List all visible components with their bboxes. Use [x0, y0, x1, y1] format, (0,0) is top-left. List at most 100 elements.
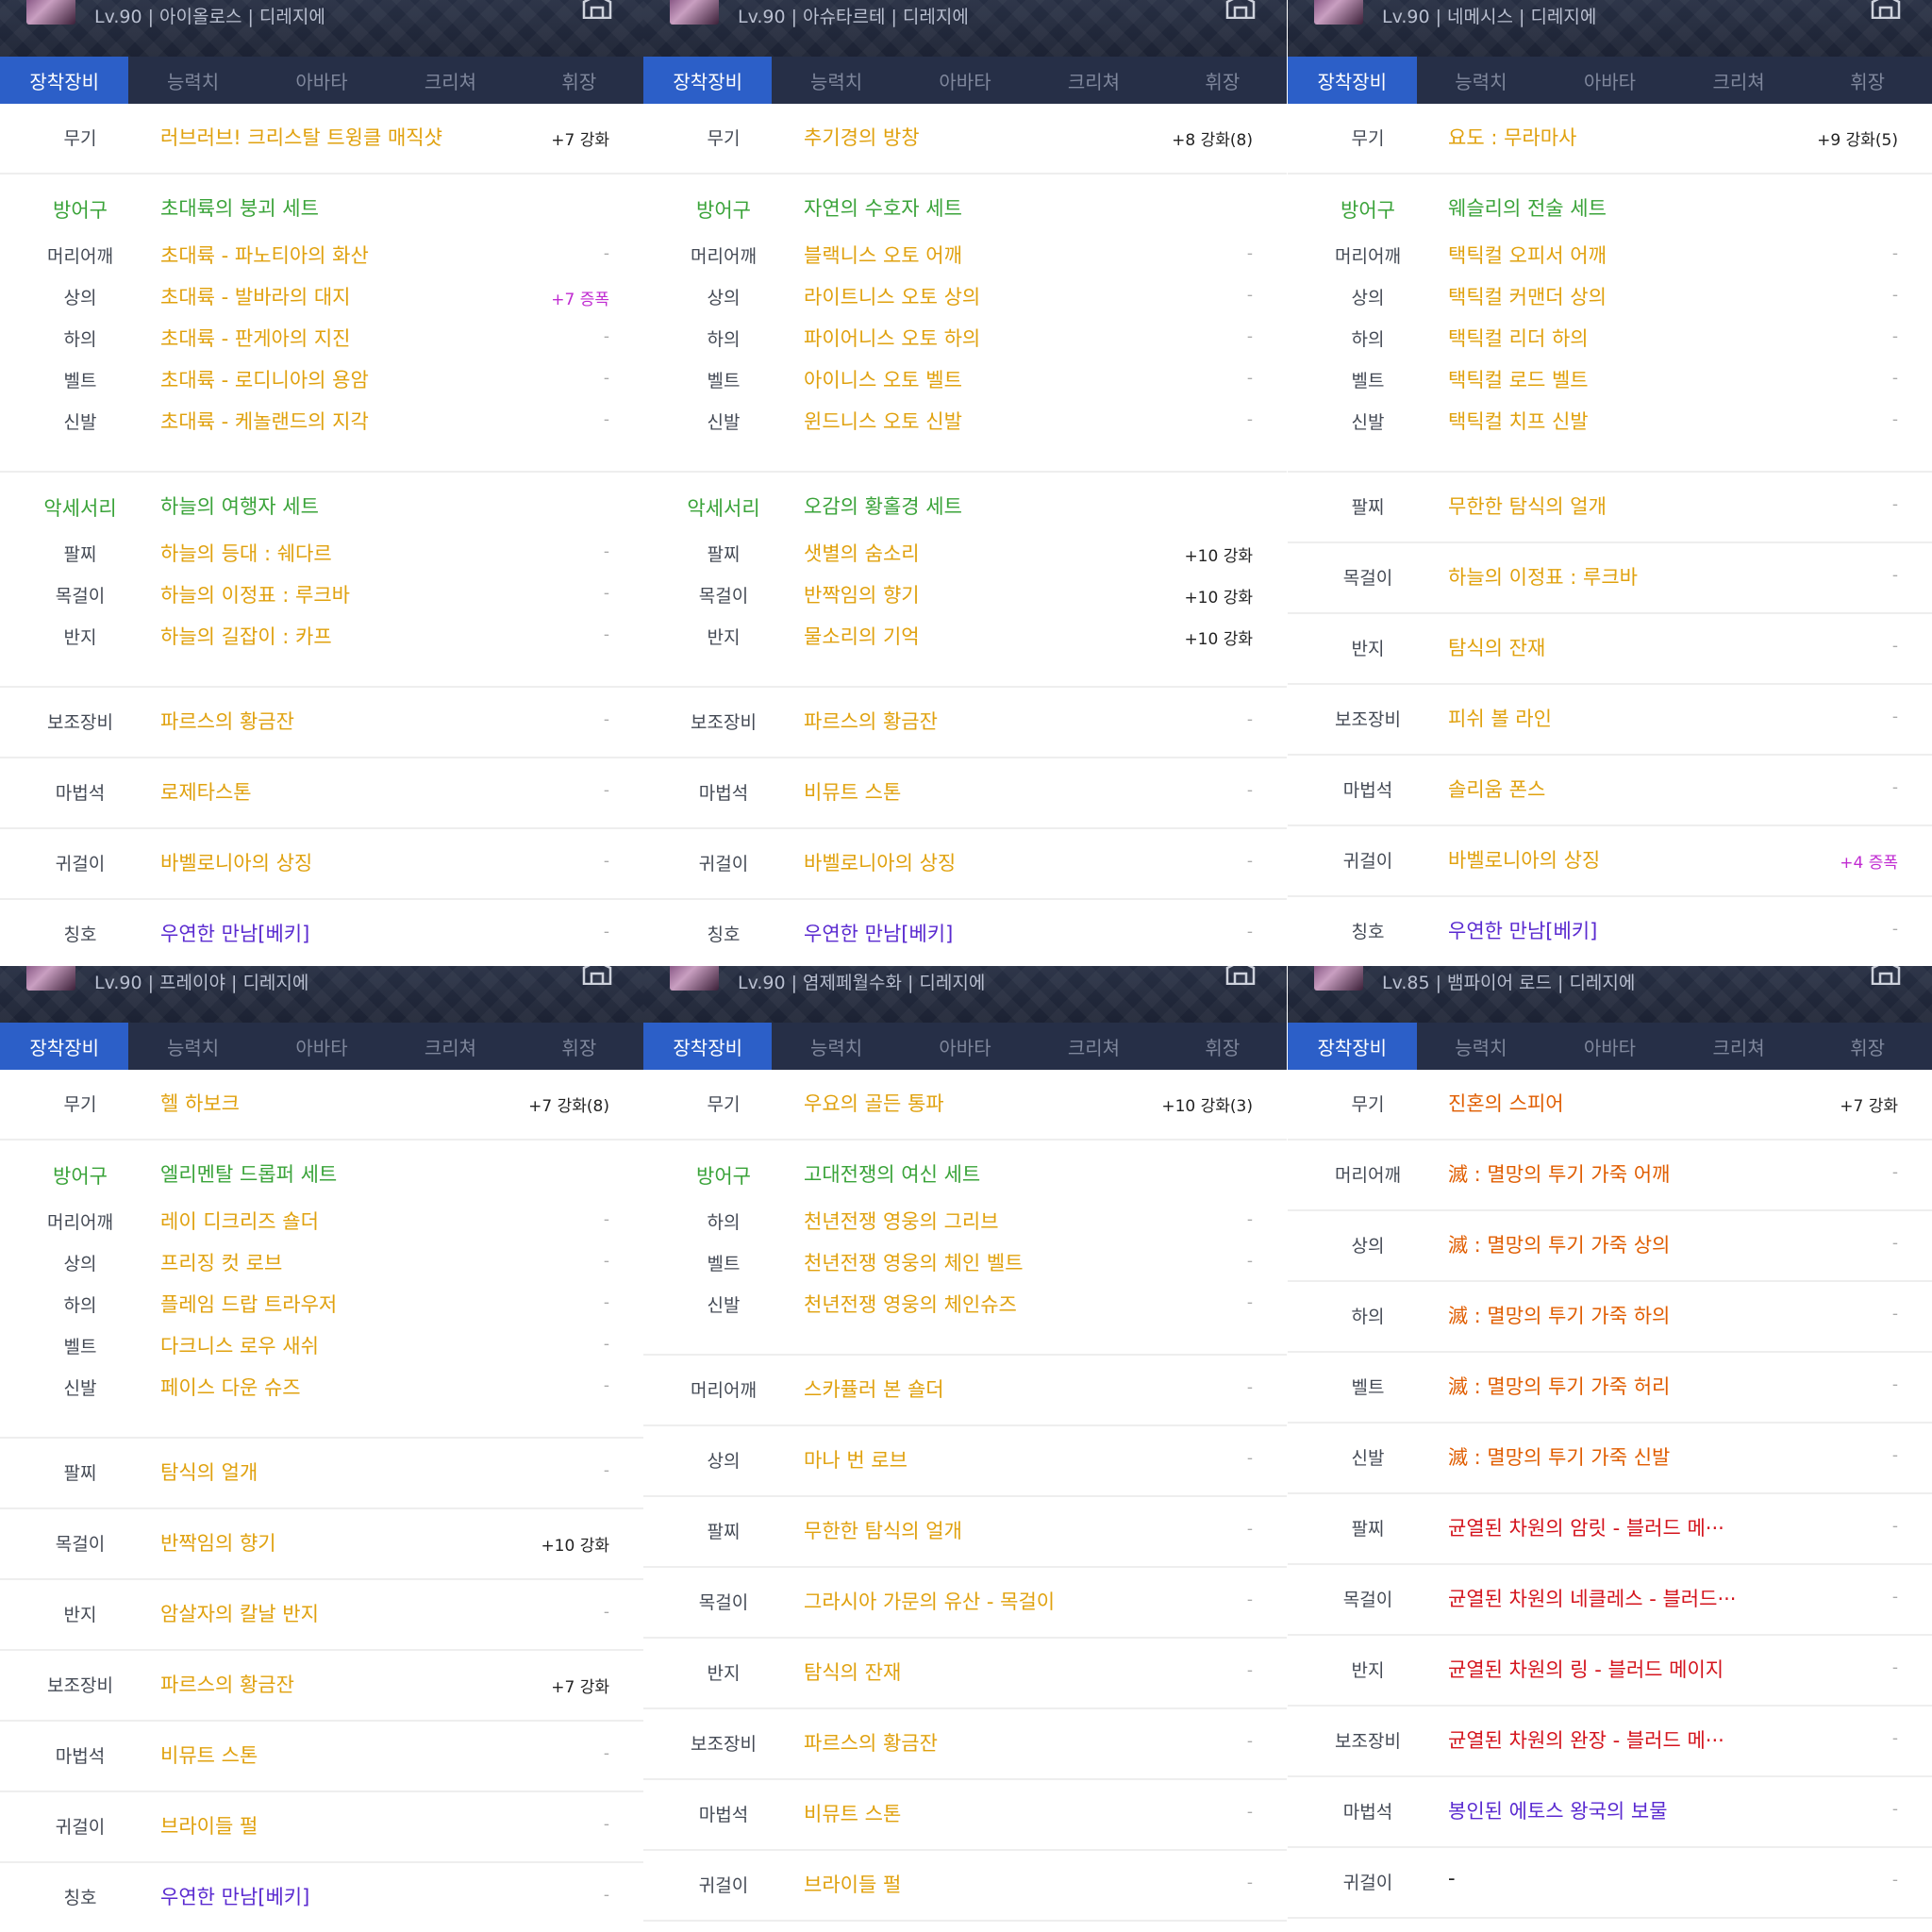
equipment-row[interactable]: 귀걸이 브라이들 펄 -	[643, 1851, 1287, 1922]
item-name[interactable]: 천년전쟁 영웅의 체인 벨트	[804, 1248, 1024, 1276]
equipment-row[interactable]: 무기 러브러브! 크리스탈 트윙클 매직샷 +7 강화	[0, 104, 643, 175]
tab-avatar[interactable]: 아바타	[1545, 1023, 1674, 1070]
equipment-row[interactable]: 칭호 우연한 만남[베키] -	[0, 900, 643, 966]
set-name[interactable]: 엘리멘탈 드롭퍼 세트	[160, 1159, 337, 1188]
item-name[interactable]: 택틱컬 치프 신발	[1448, 407, 1589, 435]
tab-stats[interactable]: 능력치	[772, 57, 900, 104]
tab-creature[interactable]: 크리쳐	[1674, 1023, 1804, 1070]
equipment-row[interactable]: 목걸이 그라시아 가문의 유산 - 목걸이 -	[643, 1568, 1287, 1639]
equipment-row[interactable]: 하의 초대륙 - 판게아의 지진 -	[0, 318, 643, 359]
item-name[interactable]: 택틱컬 리더 하의	[1448, 324, 1589, 352]
equipment-row[interactable]: 벨트 초대륙 - 로디니아의 용암 -	[0, 359, 643, 401]
item-name[interactable]: 하늘의 길잡이 : 카프	[160, 622, 332, 650]
item-name[interactable]: 브라이들 펄	[160, 1811, 258, 1840]
avatar[interactable]	[26, 0, 75, 25]
item-name[interactable]: 다크니스 로우 새쉬	[160, 1331, 319, 1359]
tab-creature[interactable]: 크리쳐	[1029, 1023, 1158, 1070]
item-name[interactable]: 봉인된 에토스 왕국의 보물	[1448, 1796, 1668, 1824]
equipment-row[interactable]: 하의 플레임 드랍 트라우저 -	[0, 1284, 643, 1325]
equipment-row[interactable]: 칭호 우연한 만남[베키] -	[1288, 897, 1932, 966]
equipment-row[interactable]: 무기 추기경의 방창 +8 강화(8)	[643, 104, 1287, 175]
equipment-row[interactable]: 마법석 비뮤트 스톤 -	[643, 758, 1287, 829]
equipment-row[interactable]: 신발 택틱컬 치프 신발 -	[1288, 401, 1932, 473]
tab-creature[interactable]: 크리쳐	[386, 1023, 514, 1070]
item-name[interactable]: 그라시아 가문의 유산 - 목걸이	[804, 1587, 1055, 1615]
item-name[interactable]: 초대륙 - 판게아의 지진	[160, 324, 350, 352]
tab-creature[interactable]: 크리쳐	[1029, 57, 1158, 104]
equipment-row[interactable]: 목걸이 반짝임의 향기 +10 강화	[0, 1509, 643, 1580]
tab-stats[interactable]: 능력치	[1417, 1023, 1546, 1070]
equipment-row[interactable]: 팔찌 무한한 탐식의 얼개 -	[1288, 473, 1932, 543]
item-name[interactable]: 초대륙 - 발바라의 대지	[160, 282, 350, 310]
tab-stats[interactable]: 능력치	[128, 57, 257, 104]
item-name[interactable]: 균열된 차원의 네클레스 - 블러드···	[1448, 1584, 1736, 1612]
equipment-row[interactable]: 악세서리 오감의 황홀경 세트	[643, 473, 1287, 533]
item-name[interactable]: 아이니스 오토 벨트	[804, 365, 962, 393]
tab-avatar[interactable]: 아바타	[258, 1023, 386, 1070]
item-name[interactable]: 러브러브! 크리스탈 트윙클 매직샷	[160, 123, 442, 151]
set-name[interactable]: 웨슬리의 전술 세트	[1448, 193, 1607, 222]
item-name[interactable]: 초대륙 - 로디니아의 용암	[160, 365, 369, 393]
tab-emblem[interactable]: 휘장	[1803, 1023, 1932, 1070]
equipment-row[interactable]: 보조장비 파르스의 황금잔 +7 강화	[0, 1651, 643, 1722]
equipment-row[interactable]: 무기 진혼의 스피어 +7 강화	[1288, 1070, 1932, 1141]
avatar[interactable]	[1314, 966, 1363, 991]
set-name[interactable]: 자연의 수호자 세트	[804, 193, 962, 222]
item-name[interactable]: 균열된 차원의 완장 - 블러드 메···	[1448, 1725, 1724, 1754]
avatar[interactable]	[670, 0, 719, 25]
item-name[interactable]: 하늘의 이정표 : 루크바	[160, 580, 350, 608]
equipment-row[interactable]: 팔찌 샛별의 숨소리 +10 강화	[643, 533, 1287, 575]
item-name[interactable]: 천년전쟁 영웅의 그리브	[804, 1207, 999, 1235]
equipment-row[interactable]: 반지 암살자의 칼날 반지 -	[0, 1580, 643, 1651]
equipment-row[interactable]: 마법석 봉인된 에토스 왕국의 보물 -	[1288, 1777, 1932, 1848]
item-name[interactable]: 페이스 다운 슈즈	[160, 1373, 301, 1401]
tab-equipment[interactable]: 장착장비	[0, 1023, 129, 1070]
item-name[interactable]: 균열된 차원의 암릿 - 블러드 메···	[1448, 1513, 1724, 1541]
equipment-row[interactable]: 신발 윈드니스 오토 신발 -	[643, 401, 1287, 473]
avatar[interactable]	[1314, 0, 1363, 25]
item-name[interactable]: 하늘의 등대 : 쉐다르	[160, 539, 332, 567]
set-name[interactable]: 고대전쟁의 여신 세트	[804, 1159, 980, 1188]
tab-emblem[interactable]: 휘장	[1803, 57, 1932, 104]
item-name[interactable]: 택틱컬 로드 벨트	[1448, 365, 1589, 393]
item-name[interactable]: 무한한 탐식의 얼개	[1448, 491, 1607, 520]
item-name[interactable]: 초대륙 - 파노티아의 화산	[160, 241, 369, 269]
equipment-row[interactable]: 머리어깨 블랙니스 오토 어깨 -	[643, 235, 1287, 276]
equipment-row[interactable]: 신발 초대륙 - 케놀랜드의 지각 -	[0, 401, 643, 473]
equipment-row[interactable]: 머리어깨 초대륙 - 파노티아의 화산 -	[0, 235, 643, 276]
item-name[interactable]: 로제타스톤	[160, 777, 252, 806]
equipment-row[interactable]: 보조장비 피쉬 볼 라인 -	[1288, 685, 1932, 756]
tab-avatar[interactable]: 아바타	[901, 1023, 1029, 1070]
equipment-row[interactable]: 상의 滅 : 멸망의 투기 가죽 상의 -	[1288, 1211, 1932, 1282]
equipment-row[interactable]: 팔찌 균열된 차원의 암릿 - 블러드 메··· -	[1288, 1494, 1932, 1565]
item-name[interactable]: 반짝임의 향기	[160, 1528, 276, 1557]
equipment-row[interactable]: 보조장비 균열된 차원의 완장 - 블러드 메··· -	[1288, 1707, 1932, 1777]
item-name[interactable]: 브라이들 펄	[804, 1870, 901, 1898]
equipment-row[interactable]: 반지 물소리의 기억 +10 강화	[643, 616, 1287, 688]
equipment-row[interactable]: 상의 초대륙 - 발바라의 대지 +7 증폭	[0, 276, 643, 318]
item-name[interactable]: 라이트니스 오토 상의	[804, 282, 980, 310]
item-name[interactable]: 탐식의 잔재	[1448, 633, 1545, 661]
item-name[interactable]: 택틱컬 커맨더 상의	[1448, 282, 1607, 310]
equipment-row[interactable]: 칭호 우연한 만남[베키] -	[643, 900, 1287, 966]
item-name[interactable]: 우연한 만남[베키]	[1448, 916, 1597, 944]
tab-emblem[interactable]: 휘장	[1158, 57, 1287, 104]
item-name[interactable]: 바벨로니아의 상징	[1448, 845, 1600, 874]
equipment-row[interactable]: 방어구 고대전쟁의 여신 세트	[643, 1141, 1287, 1201]
equipment-row[interactable]: 벨트 아이니스 오토 벨트 -	[643, 359, 1287, 401]
equipment-row[interactable]: 목걸이 하늘의 이정표 : 루크바 -	[1288, 543, 1932, 614]
equipment-row[interactable]: 상의 마나 번 로브 -	[643, 1426, 1287, 1497]
guild-icon[interactable]	[581, 966, 613, 985]
equipment-row[interactable]: 보조장비 파르스의 황금잔 -	[0, 688, 643, 758]
item-name[interactable]: 레이 디크리즈 숄더	[160, 1207, 319, 1235]
item-name[interactable]: 추기경의 방창	[804, 123, 920, 151]
equipment-row[interactable]: 방어구 자연의 수호자 세트	[643, 175, 1287, 235]
item-name[interactable]: 우연한 만남[베키]	[804, 919, 953, 947]
equipment-row[interactable]: 머리어깨 택틱컬 오피서 어깨 -	[1288, 235, 1932, 276]
item-name[interactable]: 균열된 차원의 링 - 블러드 메이지	[1448, 1655, 1724, 1683]
tab-equipment[interactable]: 장착장비	[643, 1023, 773, 1070]
equipment-row[interactable]: 목걸이 균열된 차원의 네클레스 - 블러드··· -	[1288, 1565, 1932, 1636]
equipment-row[interactable]: 마법석 비뮤트 스톤 -	[0, 1722, 643, 1792]
tab-creature[interactable]: 크리쳐	[1674, 57, 1804, 104]
equipment-row[interactable]: 반지 탐식의 잔재 -	[643, 1639, 1287, 1709]
